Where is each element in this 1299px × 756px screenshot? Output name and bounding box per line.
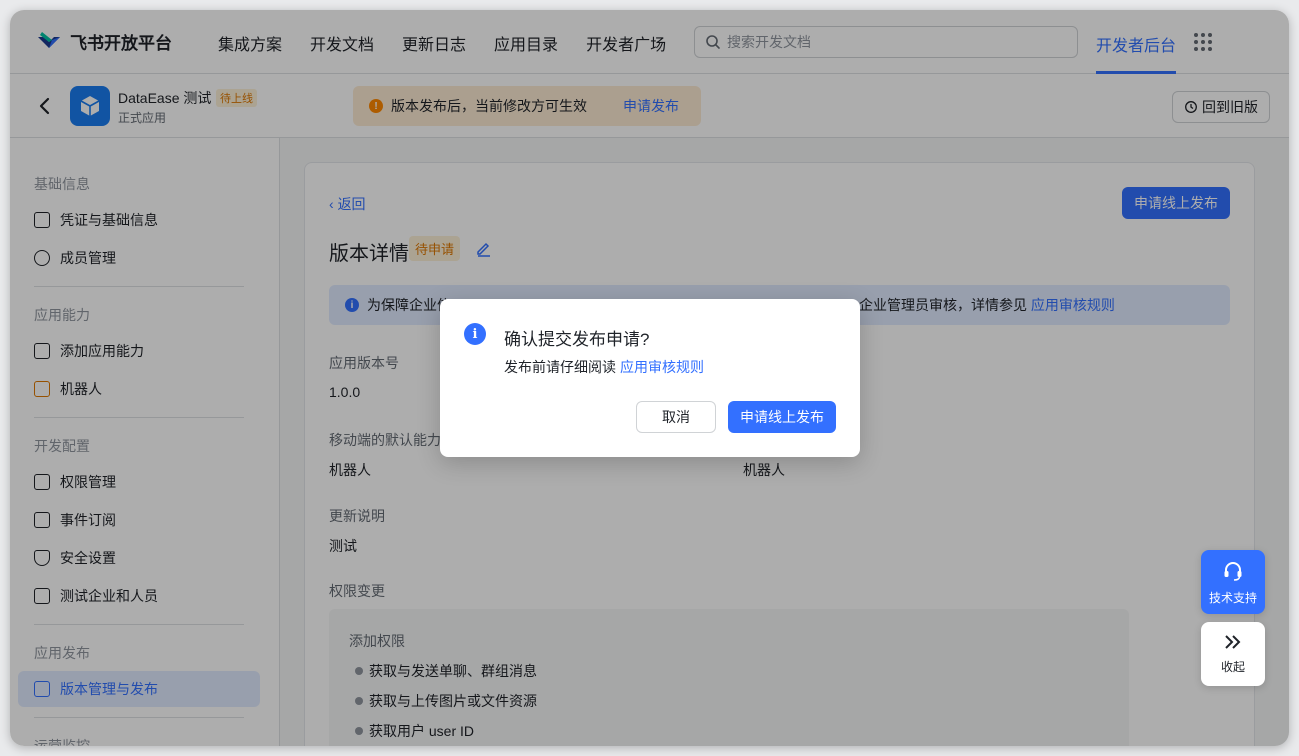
confirm-publish-dialog: i 确认提交发布申请? 发布前请仔细阅读 应用审核规则 取消 申请线上发布 — [440, 299, 860, 457]
dialog-desc-text: 发布前请仔细阅读 — [504, 359, 616, 375]
review-rules-link[interactable]: 应用审核规则 — [620, 359, 704, 375]
info-icon: i — [464, 323, 486, 345]
cancel-button[interactable]: 取消 — [636, 401, 716, 433]
collapse-button[interactable]: 收起 — [1201, 622, 1265, 686]
confirm-publish-button[interactable]: 申请线上发布 — [728, 401, 836, 433]
collapse-label: 收起 — [1220, 659, 1245, 674]
dialog-description: 发布前请仔细阅读 应用审核规则 — [504, 357, 704, 377]
headset-icon — [1224, 561, 1242, 581]
tech-support-button[interactable]: 技术支持 — [1201, 550, 1265, 614]
app-window: 飞书开放平台 集成方案 开发文档 更新日志 应用目录 开发者广场 开发者后台 — [10, 10, 1289, 746]
double-chevron-right-icon — [1225, 634, 1241, 649]
dialog-title: 确认提交发布申请? — [504, 330, 650, 349]
tech-support-label: 技术支持 — [1208, 590, 1257, 605]
